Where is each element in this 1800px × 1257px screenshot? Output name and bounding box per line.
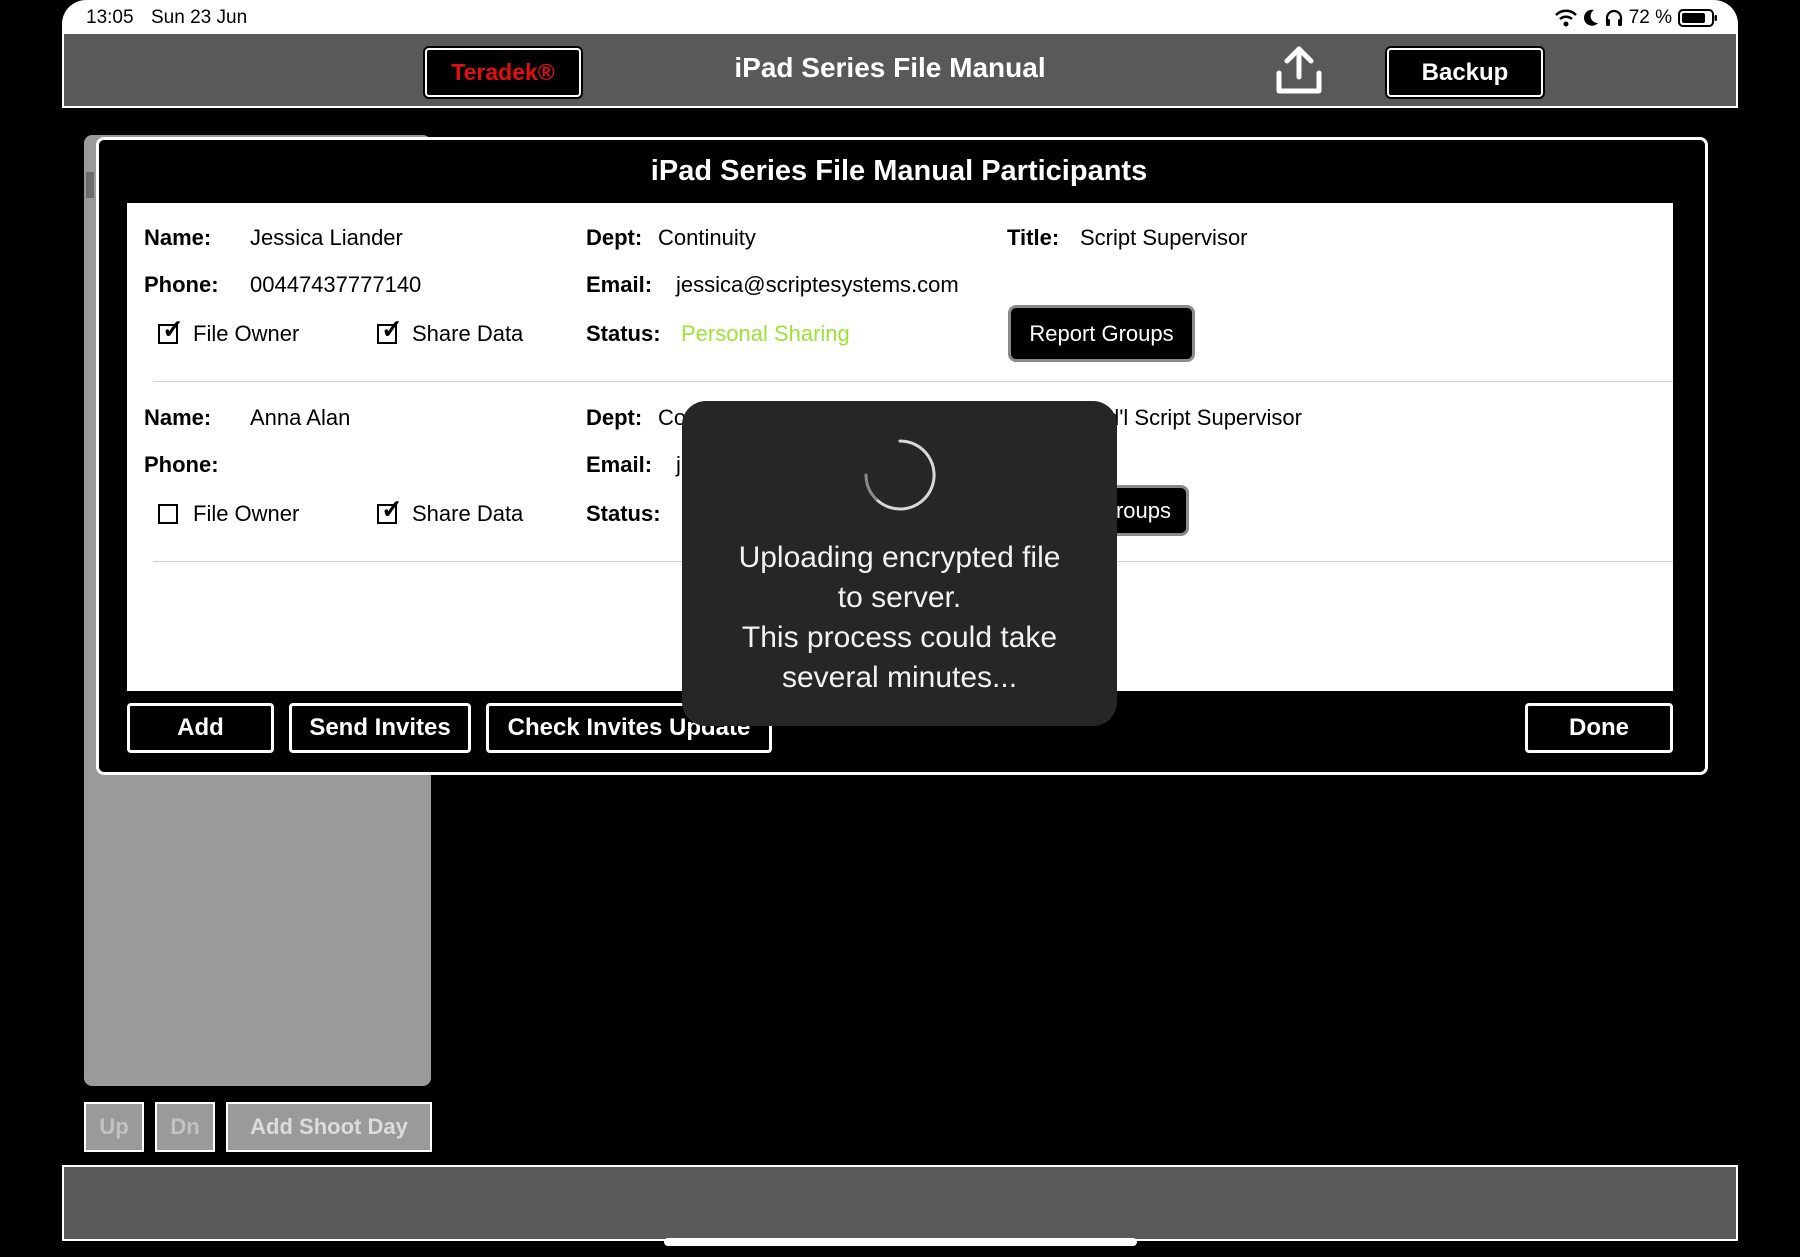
email-label: Email: — [586, 452, 653, 477]
participant-name: Jessica Liander — [250, 225, 403, 250]
participant-dept: Continuity — [658, 225, 756, 250]
share-data-label: Share Data — [412, 321, 524, 346]
participant-status: Personal Sharing — [681, 321, 850, 346]
status-bar — [62, 0, 1738, 35]
participant-title: d'l Script Supervisor — [1107, 405, 1302, 430]
down-button[interactable]: Dn — [155, 1102, 215, 1152]
hud-line: to server. — [837, 581, 962, 614]
scrollbar[interactable] — [86, 172, 94, 198]
file-owner-checkbox[interactable] — [158, 504, 178, 524]
share-data-checkbox[interactable]: ✓ — [377, 316, 403, 344]
home-indicator[interactable] — [664, 1238, 1137, 1246]
file-owner-label: File Owner — [193, 501, 300, 526]
name-label: Name: — [144, 225, 212, 250]
dialog-title: iPad Series File Manual Participants — [650, 155, 1148, 187]
status-label: Status: — [586, 501, 661, 526]
battery-percent: 72 % — [1628, 7, 1672, 28]
phone-label: Phone: — [144, 272, 219, 297]
battery-icon — [1678, 9, 1717, 27]
add-participant-button[interactable]: Add — [127, 703, 274, 753]
share-data-label: Share Data — [412, 501, 524, 526]
moon-icon — [1583, 9, 1598, 26]
participant-email: jessica@scriptesystems.com — [676, 272, 959, 297]
participant-row[interactable]: Name: Jessica Liander Dept: Continuity T… — [127, 203, 1673, 383]
app-title: iPad Series File Manual — [734, 52, 1046, 83]
title-label: Title: — [1007, 225, 1060, 250]
participant-phone: 00447437777140 — [250, 272, 422, 297]
email-label: Email: — [586, 272, 653, 297]
done-button[interactable]: Done — [1525, 703, 1673, 753]
bottom-toolbar — [62, 1165, 1738, 1241]
row-divider — [153, 381, 1673, 382]
participant-title: Script Supervisor — [1080, 225, 1248, 250]
teradek-button[interactable]: Teradek® — [425, 48, 581, 97]
spinner-icon — [864, 439, 936, 511]
backup-button[interactable]: Backup — [1387, 48, 1543, 97]
hud-line: This process could take — [741, 621, 1058, 654]
headphones-icon — [1605, 9, 1622, 26]
status-label: Status: — [586, 321, 661, 346]
participant-name: Anna Alan — [250, 405, 351, 430]
hud-line: several minutes... — [781, 661, 1018, 694]
dept-label: Dept: — [586, 225, 643, 250]
add-shoot-day-button[interactable]: Add Shoot Day — [226, 1102, 432, 1152]
status-date: Sun 23 Jun — [151, 7, 248, 28]
name-label: Name: — [144, 405, 212, 430]
file-owner-label: File Owner — [193, 321, 300, 346]
status-indicators: 72 % — [1554, 6, 1718, 30]
report-groups-button[interactable]: Report Groups — [1008, 305, 1195, 362]
participant-email: j — [676, 452, 681, 477]
wifi-icon — [1554, 9, 1577, 27]
send-invites-button[interactable]: Send Invites — [289, 703, 471, 753]
dept-label: Dept: — [586, 405, 643, 430]
status-time: 13:05 — [86, 7, 134, 28]
share-data-checkbox[interactable]: ✓ — [377, 496, 403, 524]
file-owner-checkbox[interactable]: ✓ — [158, 316, 184, 344]
hud-line: Uploading encrypted file — [738, 541, 1061, 574]
upload-icon[interactable] — [1276, 45, 1322, 97]
phone-label: Phone: — [144, 452, 219, 477]
hud-message: Uploading encrypted file to server. This… — [682, 538, 1117, 698]
up-button[interactable]: Up — [84, 1102, 144, 1152]
